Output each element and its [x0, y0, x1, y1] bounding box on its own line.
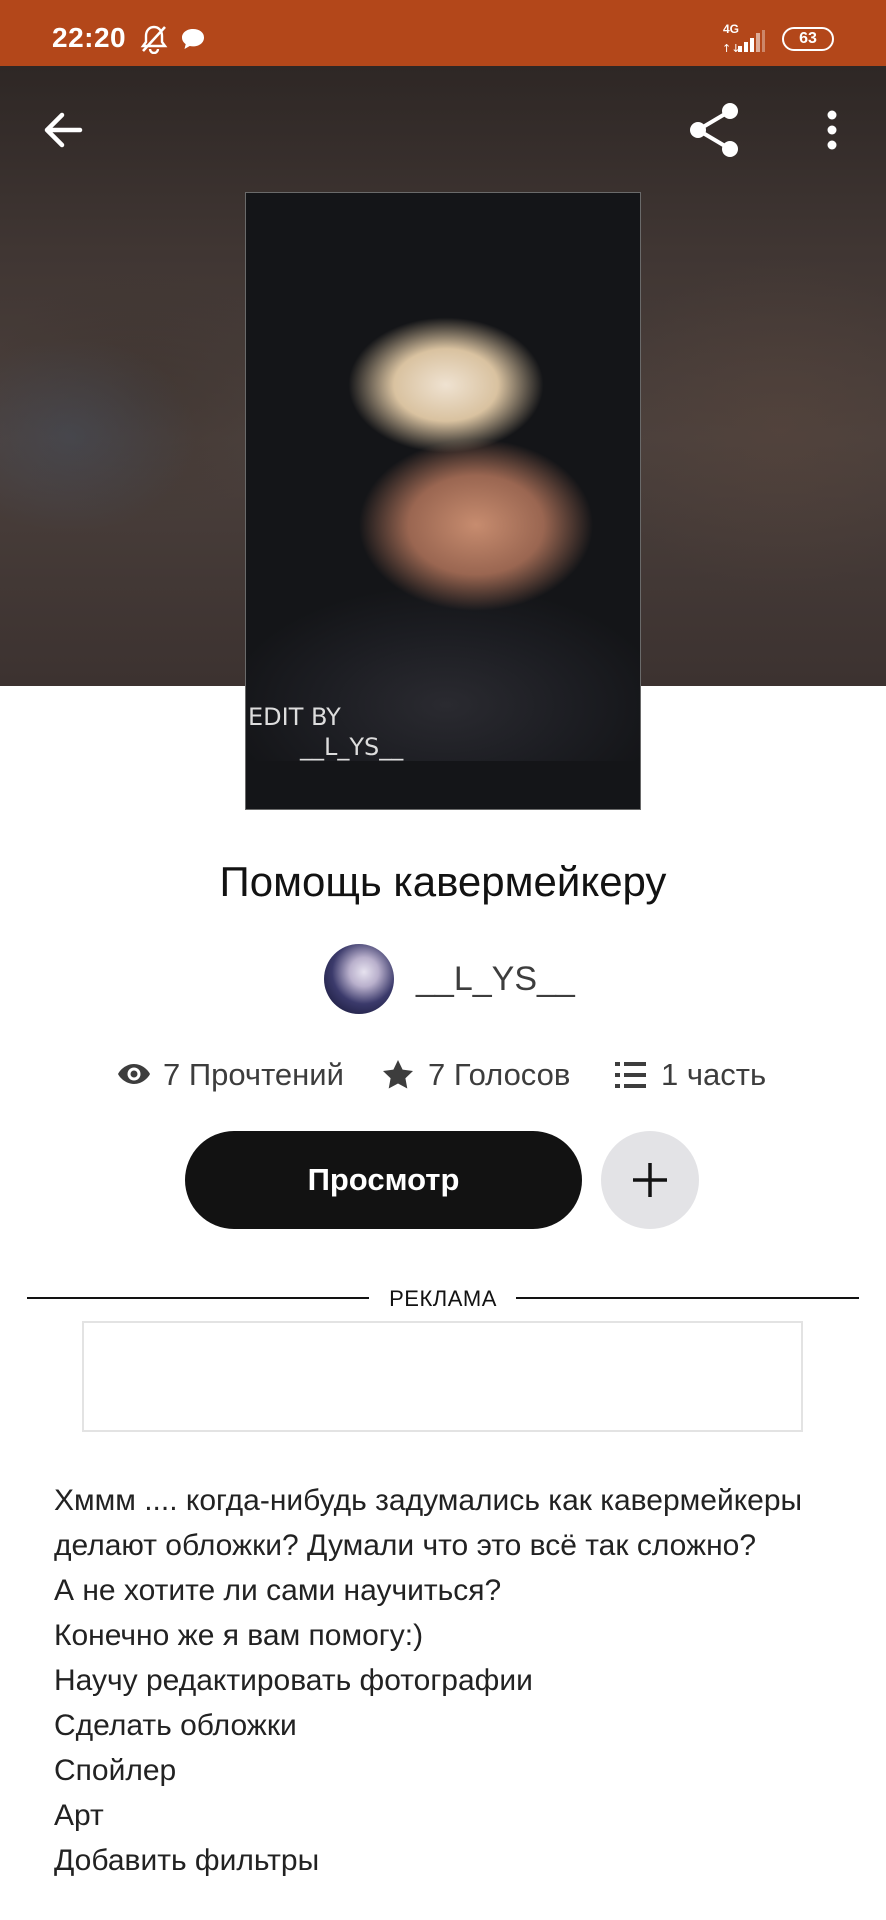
- star-icon: [383, 1060, 413, 1089]
- bell-off-icon: [140, 25, 168, 54]
- ad-label: РЕКЛАМА: [389, 1286, 497, 1311]
- share-icon[interactable]: [686, 101, 742, 159]
- story-cover[interactable]: EDIT BY __L_YS__: [245, 192, 641, 810]
- eye-icon: [118, 1064, 150, 1084]
- more-vertical-icon[interactable]: [822, 109, 842, 151]
- parts-count: 1 часть: [661, 1057, 767, 1092]
- description-line: Добавить фильтры: [54, 1844, 320, 1877]
- read-button[interactable]: Просмотр: [185, 1131, 582, 1229]
- battery-icon: 63: [782, 27, 834, 51]
- chat-bubble-icon: [182, 29, 204, 49]
- story-stats: 7 Прочтений 7 Голосов 1 часть: [0, 1055, 886, 1099]
- cover-edit-by-text: EDIT BY: [248, 703, 341, 731]
- description-line: Спойлер: [54, 1754, 177, 1787]
- description-line: Сделать обложки: [54, 1709, 297, 1742]
- cover-portrait-image: [246, 235, 640, 761]
- cover-editor-name: __L_YS__: [300, 733, 404, 761]
- list-icon: [615, 1062, 646, 1088]
- description-line: Конечно же я вам помогу:): [54, 1619, 424, 1652]
- description-line: Хммм .... когда-нибудь задумались как ка…: [54, 1484, 803, 1562]
- description-line: Научу редактировать фотографии: [54, 1664, 533, 1697]
- story-description: Хммм .... когда-нибудь задумались как ка…: [54, 1478, 844, 1883]
- description-line: Арт: [54, 1799, 104, 1832]
- back-arrow-icon[interactable]: [40, 107, 86, 153]
- votes-count: 7 Голосов: [428, 1057, 571, 1092]
- author-name[interactable]: __L_YS__: [416, 960, 575, 999]
- reads-count: 7 Прочтений: [163, 1057, 344, 1092]
- plus-icon: [633, 1163, 667, 1197]
- status-bar: 22:20 4G ↑↓ 63: [0, 0, 886, 66]
- ad-banner[interactable]: [82, 1321, 803, 1432]
- avatar[interactable]: [324, 944, 394, 1014]
- add-to-library-button[interactable]: [601, 1131, 699, 1229]
- story-title: Помощь кавермейкеру: [219, 858, 667, 905]
- status-time: 22:20: [52, 22, 127, 53]
- svg-text:↑↓: ↑↓: [722, 42, 740, 54]
- description-line: А не хотите ли сами научиться?: [54, 1574, 502, 1607]
- signal-icon: ↑↓: [722, 30, 765, 54]
